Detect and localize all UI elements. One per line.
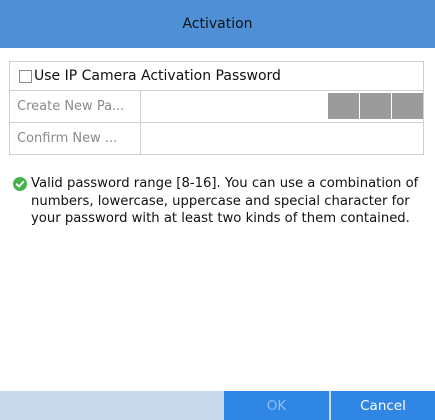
password-strength-meter bbox=[328, 93, 423, 119]
ip-camera-password-checkbox-row[interactable]: Use IP Camera Activation Password bbox=[9, 61, 424, 91]
confirm-password-input[interactable] bbox=[141, 123, 423, 154]
create-password-input[interactable] bbox=[141, 91, 423, 122]
activation-form: Use IP Camera Activation Password Create… bbox=[9, 61, 424, 155]
password-requirements-note: Valid password range [8-16]. You can use… bbox=[13, 175, 423, 228]
ok-button[interactable]: OK bbox=[224, 391, 329, 420]
activation-dialog: Activation Use IP Camera Activation Pass… bbox=[0, 0, 435, 420]
create-password-label: Create New Pa... bbox=[10, 91, 141, 122]
strength-segment bbox=[392, 93, 423, 119]
strength-segment bbox=[328, 93, 359, 119]
cancel-button[interactable]: Cancel bbox=[331, 391, 435, 420]
password-requirements-text: Valid password range [8-16]. You can use… bbox=[31, 176, 419, 226]
check-circle-icon bbox=[13, 177, 27, 191]
create-password-row: Create New Pa... bbox=[9, 91, 424, 123]
dialog-footer: OK Cancel bbox=[0, 391, 435, 420]
confirm-password-label: Confirm New ... bbox=[10, 123, 141, 154]
dialog-title: Activation bbox=[182, 16, 253, 32]
ip-camera-password-checkbox[interactable] bbox=[19, 69, 32, 83]
strength-segment bbox=[360, 93, 391, 119]
ip-camera-password-checkbox-label: Use IP Camera Activation Password bbox=[34, 68, 281, 84]
confirm-password-row: Confirm New ... bbox=[9, 123, 424, 155]
dialog-title-bar: Activation bbox=[0, 0, 435, 48]
